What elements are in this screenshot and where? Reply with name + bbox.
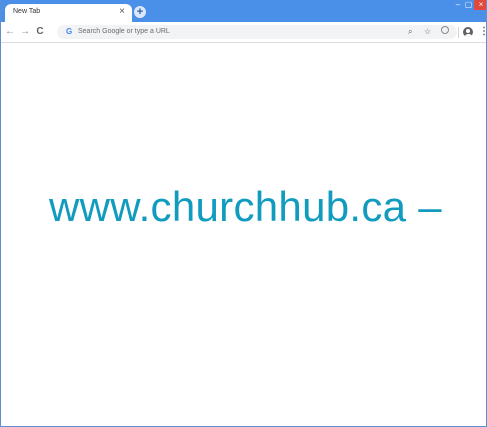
toolbar-divider — [458, 27, 459, 38]
reload-button[interactable]: C — [34, 25, 46, 39]
back-button[interactable]: ← — [4, 25, 16, 39]
page-content: www.churchhub.ca – — [1, 43, 486, 426]
browser-window: New Tab × + – ▢ × ← → C G Search Google … — [0, 0, 487, 427]
menu-icon[interactable]: ⋮ — [479, 25, 486, 39]
maximize-button[interactable]: ▢ — [463, 0, 474, 10]
tab-new-tab[interactable]: New Tab × — [5, 4, 132, 22]
google-icon: G — [66, 27, 73, 36]
profile-icon[interactable] — [463, 27, 473, 37]
close-window-button[interactable]: × — [474, 0, 486, 10]
bookmark-star-icon[interactable]: ☆ — [424, 26, 431, 38]
zoom-icon[interactable]: ⌕ — [408, 26, 412, 38]
tab-title: New Tab — [13, 8, 41, 15]
address-bar[interactable]: G Search Google or type a URL ⌕ ☆ — [57, 25, 457, 39]
extension-icon[interactable] — [441, 26, 449, 34]
website-url-text: www.churchhub.ca – — [49, 183, 442, 230]
minimize-button[interactable]: – — [453, 0, 463, 10]
forward-button[interactable]: → — [19, 25, 31, 39]
new-tab-button[interactable]: + — [134, 6, 146, 18]
tab-close-icon[interactable]: × — [119, 6, 125, 18]
title-bar: New Tab × + – ▢ × — [1, 0, 486, 22]
address-bar-placeholder: Search Google or type a URL — [78, 28, 170, 35]
browser-toolbar: ← → C G Search Google or type a URL ⌕ ☆ … — [1, 22, 486, 43]
